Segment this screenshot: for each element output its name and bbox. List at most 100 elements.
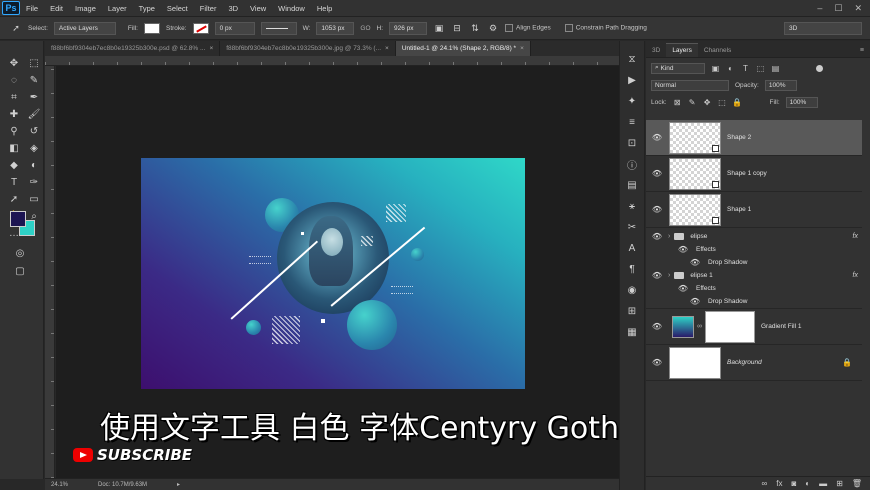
fx-badge[interactable]: fx bbox=[853, 272, 858, 279]
layer-shape-1[interactable]: 👁 Shape 1 bbox=[646, 192, 862, 228]
menu-3d[interactable]: 3D bbox=[222, 4, 244, 13]
path-selection-tool-icon[interactable]: ➚ bbox=[10, 22, 22, 34]
history-panel-icon[interactable]: ⧖ bbox=[620, 49, 644, 70]
layer-background[interactable]: 👁 Background 🔒 bbox=[646, 345, 862, 381]
panel-menu-icon[interactable]: ≡ bbox=[854, 44, 870, 57]
clone-stamp-icon[interactable]: ⚲ bbox=[6, 123, 22, 139]
eraser-tool-icon[interactable]: ◧ bbox=[6, 140, 22, 156]
quick-select-tool-icon[interactable]: ✎ bbox=[26, 72, 42, 88]
chain-link-icon[interactable]: ∞ bbox=[697, 323, 702, 330]
adjustment-filter-icon[interactable]: ◐ bbox=[726, 64, 735, 73]
minimize-icon[interactable]: – bbox=[817, 3, 822, 14]
pixel-filter-icon[interactable]: ▣ bbox=[711, 64, 720, 73]
new-layer-icon[interactable]: ⊞ bbox=[836, 479, 843, 488]
menu-view[interactable]: View bbox=[244, 4, 272, 13]
select-dropdown[interactable]: Active Layers bbox=[53, 21, 116, 35]
rectangle-tool-icon[interactable]: ▭ bbox=[26, 191, 42, 207]
tab-psd-document[interactable]: f88bf6bf9304eb7ec8b0e19325b300e.psd @ 62… bbox=[45, 41, 221, 56]
lock-position-icon[interactable]: ✥ bbox=[703, 98, 712, 107]
path-selection-icon[interactable]: ➚ bbox=[6, 191, 22, 207]
width-field[interactable]: 1053 px bbox=[316, 21, 355, 35]
tab-channels[interactable]: Channels bbox=[698, 44, 737, 57]
menu-help[interactable]: Help bbox=[311, 4, 338, 13]
swatches-icon[interactable]: ▦ bbox=[620, 322, 644, 343]
blend-mode-dropdown[interactable]: Normal bbox=[651, 79, 729, 91]
visibility-eye-icon[interactable]: 👁 bbox=[650, 322, 664, 331]
navigator-icon[interactable]: ⚹ bbox=[620, 196, 644, 217]
subscribe-badge[interactable]: SUBSCRIBE bbox=[73, 446, 192, 464]
crop-tool-icon[interactable]: ⌗ bbox=[6, 89, 22, 105]
vertical-ruler[interactable] bbox=[45, 66, 55, 478]
workspace-dropdown[interactable]: 3D bbox=[784, 21, 862, 35]
menu-select[interactable]: Select bbox=[161, 4, 194, 13]
kind-filter-dropdown[interactable]: ⌕ Kind bbox=[651, 62, 705, 74]
tab-layers[interactable]: Layers bbox=[666, 43, 698, 57]
maximize-icon[interactable]: ☐ bbox=[834, 3, 842, 14]
shape-filter-icon[interactable]: ⬚ bbox=[756, 64, 765, 73]
adjustments-icon[interactable]: ≡ bbox=[620, 112, 644, 133]
fill-field[interactable]: 100% bbox=[785, 96, 818, 108]
menu-filter[interactable]: Filter bbox=[194, 4, 223, 13]
libraries-icon[interactable]: ◉ bbox=[620, 280, 644, 301]
screen-mode-icon[interactable]: ▢ bbox=[12, 263, 28, 279]
fx-badge[interactable]: fx bbox=[853, 233, 858, 240]
stroke-swatch[interactable] bbox=[192, 22, 209, 34]
tab-close-icon[interactable]: × bbox=[520, 45, 524, 52]
stroke-width-field[interactable]: 0 px bbox=[214, 21, 255, 35]
horizontal-ruler[interactable] bbox=[45, 56, 619, 66]
healing-brush-icon[interactable]: ✚ bbox=[6, 106, 22, 122]
properties-icon[interactable]: ⊡ bbox=[620, 133, 644, 154]
height-field[interactable]: 926 px bbox=[389, 21, 428, 35]
visibility-eye-icon[interactable]: 👁 bbox=[650, 358, 664, 367]
add-style-icon[interactable]: fx bbox=[776, 479, 782, 488]
path-alignment-icon[interactable]: ⊟ bbox=[451, 22, 463, 34]
effects-row[interactable]: 👁 Effects bbox=[646, 243, 862, 256]
drop-shadow-row[interactable]: 👁 Drop Shadow bbox=[646, 256, 862, 269]
align-edges-checkbox[interactable] bbox=[505, 24, 514, 32]
type-filter-icon[interactable]: T bbox=[741, 64, 750, 73]
paragraph-panel-icon[interactable]: ¶ bbox=[620, 259, 644, 280]
path-operations-icon[interactable]: ▣ bbox=[433, 22, 445, 34]
tool-presets-icon[interactable]: ✦ bbox=[620, 91, 644, 112]
drop-shadow-eye-icon[interactable]: 👁 bbox=[688, 297, 702, 306]
menu-image[interactable]: Image bbox=[69, 4, 102, 13]
tab-close-icon[interactable]: × bbox=[385, 45, 389, 52]
type-tool-icon[interactable]: T bbox=[6, 174, 22, 190]
menu-edit[interactable]: Edit bbox=[44, 4, 69, 13]
tab-jpg-document[interactable]: f88bf6bf9304eb7ec8b0e19325b300e.jpg @ 73… bbox=[220, 41, 396, 56]
pen-tool-icon[interactable]: ✑ bbox=[26, 174, 42, 190]
delete-layer-icon[interactable]: 🗑 bbox=[852, 479, 862, 488]
clone-source-icon[interactable]: ▤ bbox=[620, 175, 644, 196]
glyphs-icon[interactable]: ⊞ bbox=[620, 301, 644, 322]
drop-shadow-eye-icon[interactable]: 👁 bbox=[688, 258, 702, 267]
lasso-tool-icon[interactable]: ◌ bbox=[6, 72, 22, 88]
zoom-level[interactable]: 24.1% bbox=[51, 482, 68, 488]
layer-group-elipse[interactable]: 👁 › elipse fx bbox=[646, 230, 862, 243]
tab-3d[interactable]: 3D bbox=[646, 44, 666, 57]
smart-object-filter-icon[interactable]: ▤ bbox=[771, 64, 780, 73]
blur-tool-icon[interactable]: ◆ bbox=[6, 157, 22, 173]
brush-tool-icon[interactable]: 🖌 bbox=[26, 106, 42, 122]
tab-close-icon[interactable]: × bbox=[209, 45, 213, 52]
effects-eye-icon[interactable]: 👁 bbox=[676, 245, 690, 254]
drop-shadow-row[interactable]: 👁 Drop Shadow bbox=[646, 295, 862, 309]
history-brush-icon[interactable]: ↺ bbox=[26, 123, 42, 139]
visibility-eye-icon[interactable]: 👁 bbox=[650, 169, 664, 178]
lock-artboard-icon[interactable]: ⬚ bbox=[718, 98, 727, 107]
link-layers-icon[interactable]: ∞ bbox=[762, 479, 768, 488]
actions-panel-icon[interactable]: ▶ bbox=[620, 70, 644, 91]
effects-row[interactable]: 👁 Effects bbox=[646, 282, 862, 295]
lock-all-icon[interactable]: 🔒 bbox=[732, 98, 742, 107]
menu-window[interactable]: Window bbox=[272, 4, 311, 13]
constrain-checkbox[interactable] bbox=[564, 24, 573, 32]
menu-layer[interactable]: Layer bbox=[102, 4, 133, 13]
path-arrangement-icon[interactable]: ⇅ bbox=[469, 22, 481, 34]
link-dimensions-label[interactable]: GO bbox=[360, 25, 370, 32]
dodge-tool-icon[interactable]: ◐ bbox=[26, 157, 42, 173]
layer-group-elipse-1[interactable]: 👁 › elipse 1 fx bbox=[646, 269, 862, 282]
visibility-eye-icon[interactable]: 👁 bbox=[650, 271, 664, 280]
marquee-tool-icon[interactable]: ⬚ bbox=[26, 55, 42, 71]
new-group-icon[interactable]: ▬ bbox=[819, 479, 827, 488]
effects-eye-icon[interactable]: 👁 bbox=[676, 284, 690, 293]
add-mask-icon[interactable]: ◙ bbox=[791, 479, 796, 488]
